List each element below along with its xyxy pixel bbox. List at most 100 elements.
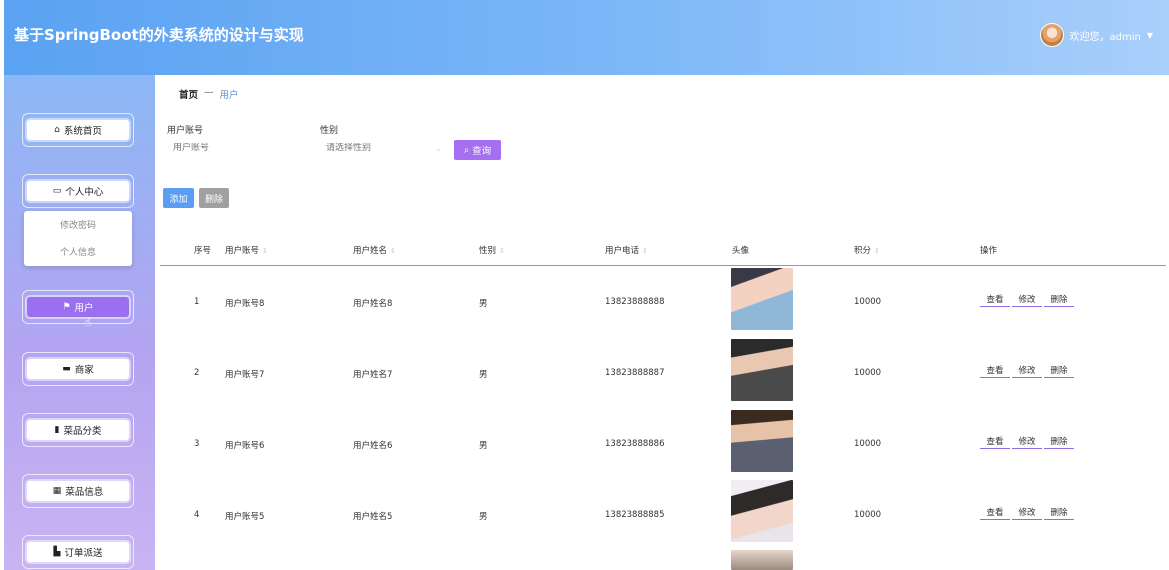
col-header-name[interactable]: 用户姓名 ⇕ xyxy=(353,244,396,256)
sidebar-item-label: 系统首页 xyxy=(63,126,102,137)
sidebar-item-home[interactable]: ⌂ 系统首页 xyxy=(27,120,129,140)
cell-account: 用户账号7 xyxy=(225,370,265,380)
cell-points: 10000 xyxy=(854,297,882,307)
edit-button[interactable]: 修改 xyxy=(1012,504,1042,520)
pointer-cursor-icon: ☝ xyxy=(84,315,92,329)
sidebar-frame-dish-category: ▮ 菜品分类 xyxy=(22,413,134,447)
bulk-delete-button[interactable]: 删除 xyxy=(199,188,229,208)
cell-gender: 男 xyxy=(479,299,488,309)
breadcrumb-current: 用户 xyxy=(219,90,239,101)
cell-points: 10000 xyxy=(854,439,882,449)
cell-name: 用户姓名7 xyxy=(353,370,393,380)
sidebar: ⌂ 系统首页 ▭ 个人中心 修改密码 个人信息 ⚑ 用户 ☝ ▬ 商家 ▮ 菜品… xyxy=(4,75,155,570)
cell-name: 用户姓名5 xyxy=(353,512,393,522)
sort-icon: ⇕ xyxy=(262,247,268,255)
cell-phone: 13823888888 xyxy=(605,297,665,307)
user-avatar[interactable] xyxy=(1039,23,1064,47)
cell-account: 用户账号5 xyxy=(225,512,265,522)
table-row: 4 用户账号5 用户姓名5 男 13823888885 10000 查看 修改 … xyxy=(160,480,1166,550)
cell-account: 用户账号6 xyxy=(225,441,265,451)
welcome-text[interactable]: 欢迎您，admin xyxy=(1070,28,1141,43)
search-button-label: 查询 xyxy=(472,146,492,157)
chevron-down-icon[interactable]: ⌄ xyxy=(435,144,442,153)
monitor-icon: ▬ xyxy=(62,364,71,374)
delete-button[interactable]: 删除 xyxy=(1044,362,1074,378)
cell-gender: 男 xyxy=(479,370,488,380)
sidebar-item-label: 订单派送 xyxy=(64,548,103,559)
cell-phone: 13823888886 xyxy=(605,439,665,449)
user-avatar-photo[interactable] xyxy=(731,410,793,472)
submenu-change-password[interactable]: 修改密码 xyxy=(24,214,132,238)
col-header-phone[interactable]: 用户电话 ⇕ xyxy=(605,244,648,256)
view-button[interactable]: 查看 xyxy=(980,504,1010,520)
delete-button[interactable]: 删除 xyxy=(1044,504,1074,520)
search-icon: ⌕ xyxy=(463,144,470,156)
view-button[interactable]: 查看 xyxy=(980,433,1010,449)
gender-select[interactable] xyxy=(326,143,431,153)
main-content: 首页 — 用户 用户账号 性别 ⌄ ⌕ 查询 添加 删除 序号 用户账号⇕ 用户… xyxy=(155,75,1169,570)
view-button[interactable]: 查看 xyxy=(980,291,1010,307)
user-avatar-photo[interactable] xyxy=(731,480,793,542)
delete-button[interactable]: 删除 xyxy=(1044,433,1074,449)
sort-icon: ⇕ xyxy=(390,247,396,255)
col-header-actions: 操作 xyxy=(980,246,998,256)
table-row: 2 用户账号7 用户姓名7 男 13823888887 10000 查看 修改 … xyxy=(160,338,1166,408)
gender-filter-label: 性别 xyxy=(320,126,339,136)
sidebar-item-user[interactable]: ⚑ 用户 xyxy=(27,297,129,317)
sidebar-item-label: 菜品分类 xyxy=(63,426,102,437)
delete-button[interactable]: 删除 xyxy=(1044,291,1074,307)
sidebar-item-label: 菜品信息 xyxy=(65,487,104,498)
cell-phone: 13823888887 xyxy=(605,368,665,378)
cell-index: 1 xyxy=(194,297,200,307)
edit-button[interactable]: 修改 xyxy=(1012,362,1042,378)
table-row: 3 用户账号6 用户姓名6 男 13823888886 10000 查看 修改 … xyxy=(160,409,1166,479)
sidebar-frame-order-delivery: ▙ 订单派送 xyxy=(22,535,134,569)
edit-button[interactable]: 修改 xyxy=(1012,291,1042,307)
submenu-personal-info[interactable]: 个人信息 xyxy=(24,241,132,265)
breadcrumb: 首页 — 用户 xyxy=(179,87,239,101)
col-header-points[interactable]: 积分 ⇕ xyxy=(854,244,880,256)
sidebar-item-dish-info[interactable]: ▦ 菜品信息 xyxy=(27,481,129,501)
caret-down-icon[interactable]: ▼ xyxy=(1147,31,1153,40)
user-avatar-photo[interactable] xyxy=(731,550,793,570)
view-button[interactable]: 查看 xyxy=(980,362,1010,378)
col-header-index: 序号 xyxy=(194,246,212,256)
edit-button[interactable]: 修改 xyxy=(1012,433,1042,449)
user-avatar-photo[interactable] xyxy=(731,339,793,401)
sidebar-frame-home: ⌂ 系统首页 xyxy=(22,113,134,147)
cell-account: 用户账号8 xyxy=(225,299,265,309)
sidebar-frame-personal: ▭ 个人中心 xyxy=(22,174,134,208)
cell-points: 10000 xyxy=(854,510,882,520)
cell-gender: 男 xyxy=(479,512,488,522)
account-search-input[interactable] xyxy=(173,143,293,153)
cell-index: 3 xyxy=(194,439,200,449)
cell-name: 用户姓名8 xyxy=(353,299,393,309)
search-button[interactable]: ⌕ 查询 xyxy=(454,140,501,160)
table-row: 1 用户账号8 用户姓名8 男 13823888888 10000 查看 修改 … xyxy=(160,267,1166,337)
cell-gender: 男 xyxy=(479,441,488,451)
col-header-avatar: 头像 xyxy=(732,246,750,256)
sidebar-item-merchant[interactable]: ▬ 商家 xyxy=(27,359,129,379)
user-menu[interactable]: 欢迎您，admin ▼ xyxy=(1039,23,1153,47)
sidebar-item-dish-category[interactable]: ▮ 菜品分类 xyxy=(27,420,129,440)
add-button[interactable]: 添加 xyxy=(163,188,194,208)
card-icon: ▭ xyxy=(52,186,62,196)
col-header-account[interactable]: 用户账号 ⇕ xyxy=(225,244,268,256)
col-header-gender[interactable]: 性别 ⇕ xyxy=(479,244,505,256)
personal-submenu: 修改密码 个人信息 xyxy=(24,211,132,266)
clipboard-icon: ▮ xyxy=(54,425,60,435)
sidebar-item-label: 个人中心 xyxy=(65,187,104,198)
user-avatar-photo[interactable] xyxy=(731,268,793,330)
top-header: 基于SpringBoot的外卖系统的设计与实现 欢迎您，admin ▼ xyxy=(4,0,1169,75)
sidebar-item-order-delivery[interactable]: ▙ 订单派送 xyxy=(27,542,129,562)
truck-icon: ▙ xyxy=(53,547,61,557)
sidebar-item-label: 商家 xyxy=(74,365,94,376)
sidebar-frame-user: ⚑ 用户 xyxy=(22,290,134,324)
cell-name: 用户姓名6 xyxy=(353,441,393,451)
sort-icon: ⇕ xyxy=(874,247,880,255)
account-filter-label: 用户账号 xyxy=(167,126,204,136)
cell-phone: 13823888885 xyxy=(605,510,665,520)
sidebar-item-personal-center[interactable]: ▭ 个人中心 xyxy=(27,181,129,201)
app-root: 基于SpringBoot的外卖系统的设计与实现 欢迎您，admin ▼ ⌂ 系统… xyxy=(0,0,1169,570)
breadcrumb-home[interactable]: 首页 xyxy=(179,87,198,101)
